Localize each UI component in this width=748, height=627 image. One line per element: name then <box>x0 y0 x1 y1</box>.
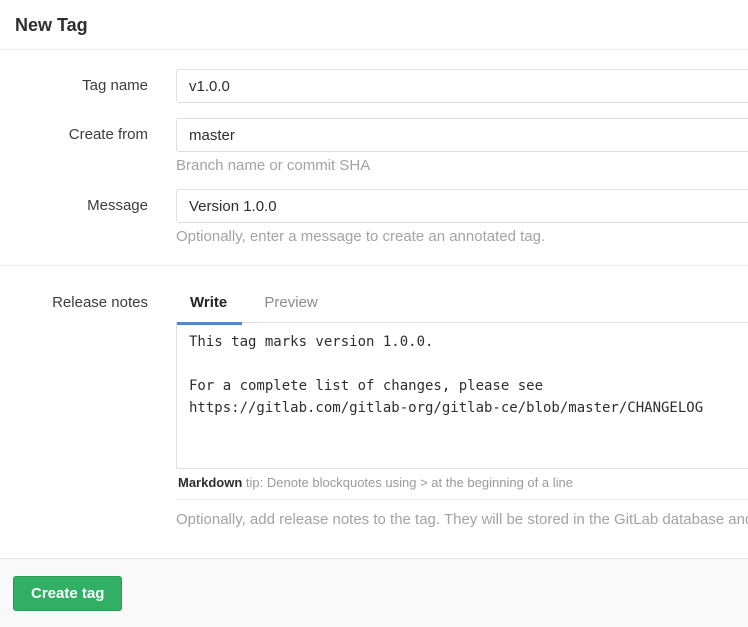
form-row-message: Message Optionally, enter a message to c… <box>0 189 748 245</box>
section-divider <box>0 265 748 266</box>
markdown-tip-text: tip: Denote blockquotes using > at the b… <box>242 475 573 490</box>
form-row-tag-name: Tag name <box>0 69 748 103</box>
create-from-input[interactable] <box>176 118 748 152</box>
tag-name-label: Tag name <box>0 69 148 103</box>
message-input[interactable] <box>176 189 748 223</box>
form-row-release-notes: Release notes Write Preview This tag mar… <box>0 292 748 528</box>
markdown-link[interactable]: Markdown <box>178 475 242 490</box>
tab-preview[interactable]: Preview <box>264 294 317 311</box>
tag-name-input[interactable] <box>176 69 748 103</box>
form-actions: Create tag <box>0 558 748 627</box>
create-tag-button[interactable]: Create tag <box>13 576 122 611</box>
page-title: New Tag <box>0 0 748 50</box>
release-notes-label: Release notes <box>0 292 148 528</box>
new-tag-page: New Tag Tag name Create from Branch name… <box>0 0 748 528</box>
release-notes-help: Optionally, add release notes to the tag… <box>176 511 748 528</box>
create-from-label: Create from <box>0 118 148 174</box>
markdown-tabs: Write Preview <box>176 292 748 311</box>
form-row-create-from: Create from Branch name or commit SHA <box>0 118 748 174</box>
markdown-area: This tag marks version 1.0.0. For a comp… <box>176 322 748 500</box>
active-tab-indicator <box>177 322 242 325</box>
release-notes-textarea[interactable]: This tag marks version 1.0.0. For a comp… <box>176 322 748 469</box>
message-help: Optionally, enter a message to create an… <box>176 228 748 245</box>
markdown-tip-bar: Markdown tip: Denote blockquotes using >… <box>176 469 748 500</box>
message-label: Message <box>0 189 148 245</box>
new-tag-form: Tag name Create from Branch name or comm… <box>0 50 748 528</box>
tab-write[interactable]: Write <box>190 294 227 311</box>
create-from-help: Branch name or commit SHA <box>176 157 748 174</box>
